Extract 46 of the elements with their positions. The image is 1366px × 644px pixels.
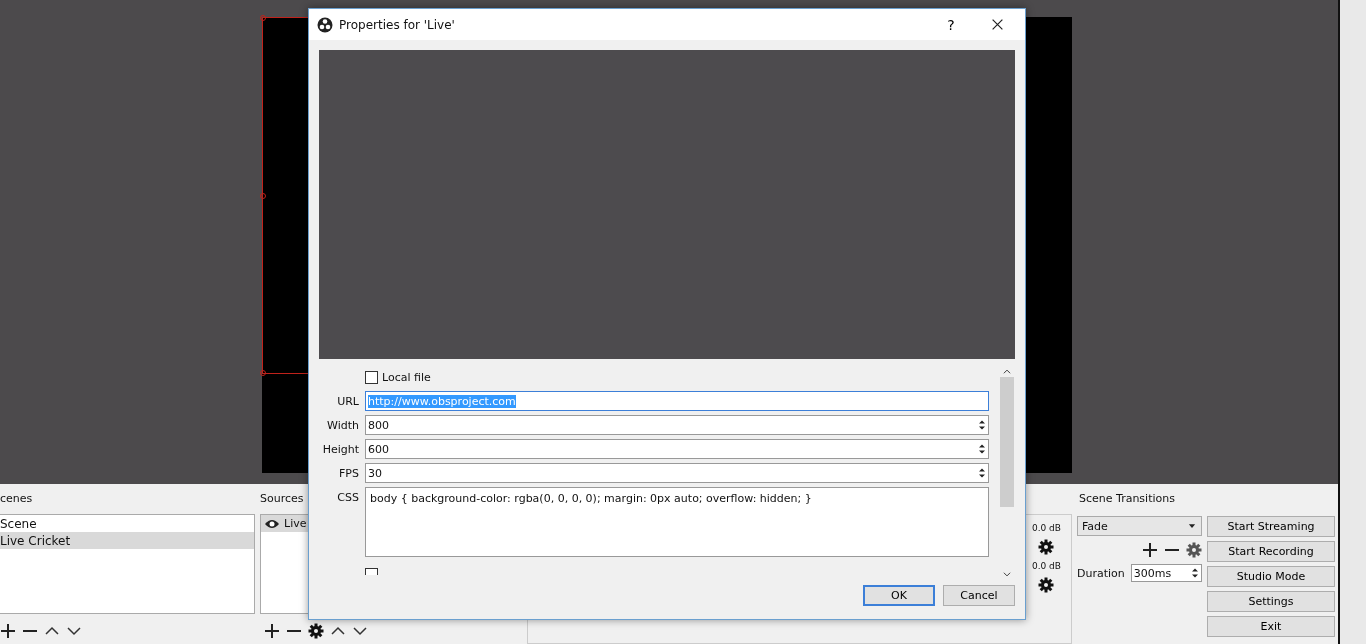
- dialog-button[interactable]: Cancel: [943, 585, 1015, 606]
- volume-reading: 0.0 dB: [1031, 561, 1061, 571]
- plus-icon[interactable]: [264, 623, 280, 639]
- control-button[interactable]: Settings: [1207, 591, 1335, 612]
- spin-arrows-icon[interactable]: [976, 442, 988, 456]
- field-label: Height: [321, 442, 359, 456]
- close-icon: [990, 18, 1004, 31]
- gear-icon[interactable]: [1038, 577, 1055, 593]
- dock-title: cenes: [0, 492, 33, 507]
- volume-reading: 0.0 dB: [1031, 523, 1061, 533]
- gear-icon[interactable]: [1186, 542, 1202, 558]
- dock-title: Scene Transitions: [1078, 492, 1175, 507]
- spin-arrows-icon[interactable]: [976, 466, 988, 480]
- dock-title: Sources: [260, 492, 304, 507]
- transition-dropdown[interactable]: Fade: [1077, 516, 1202, 536]
- gear-icon[interactable]: [1038, 539, 1055, 555]
- scrollbar[interactable]: [999, 367, 1015, 579]
- scene-item[interactable]: Live Cricket: [0, 532, 254, 549]
- control-button[interactable]: Studio Mode: [1207, 566, 1335, 587]
- field-label: URL: [336, 394, 359, 408]
- spin-field[interactable]: 30: [365, 463, 989, 483]
- scroll-up-icon[interactable]: [1002, 367, 1012, 377]
- control-button[interactable]: Start Streaming: [1207, 516, 1335, 537]
- dialog-button[interactable]: OK: [863, 585, 935, 606]
- spin-field[interactable]: 600: [365, 439, 989, 459]
- help-button[interactable]: ?: [931, 16, 971, 33]
- duration-field[interactable]: 300ms: [1130, 564, 1202, 582]
- spin-arrows-icon[interactable]: [1189, 566, 1201, 580]
- field-label: FPS: [338, 466, 359, 480]
- scene-item[interactable]: Scene: [0, 515, 254, 532]
- checkbox[interactable]: [365, 370, 378, 384]
- checkbox-label: Local file: [382, 370, 431, 384]
- scroll-down-icon[interactable]: [1002, 569, 1012, 579]
- duration-label: Duration: [1077, 566, 1125, 580]
- css-field[interactable]: body { background-color: rgba(0, 0, 0, 0); margin: 0px auto; overflow: hidden; }: [365, 487, 989, 557]
- control-button[interactable]: Start Recording: [1207, 541, 1335, 562]
- control-button[interactable]: Exit: [1207, 616, 1335, 637]
- plus-icon[interactable]: [0, 623, 16, 639]
- field-label: Width: [326, 418, 359, 432]
- field-label: CSS: [336, 490, 359, 504]
- gear-icon[interactable]: [308, 623, 324, 639]
- window-title: Properties for 'Live': [339, 17, 456, 32]
- spin-arrows-icon[interactable]: [976, 418, 988, 432]
- plus-icon[interactable]: [1142, 542, 1158, 558]
- app-logo-icon: [317, 16, 333, 33]
- spin-field[interactable]: 800: [365, 415, 989, 435]
